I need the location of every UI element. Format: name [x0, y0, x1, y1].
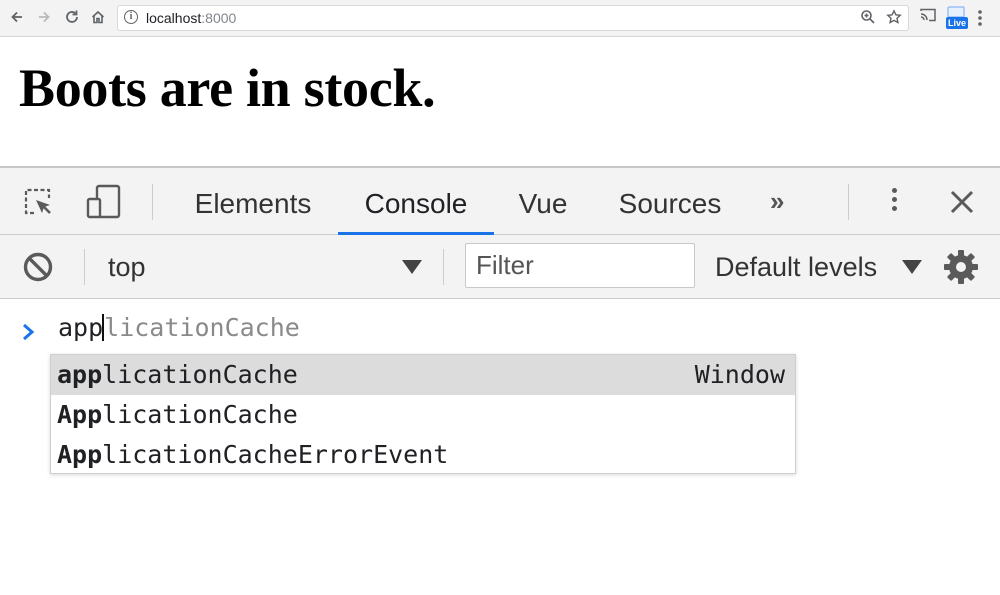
- chevron-down-icon[interactable]: [902, 260, 922, 274]
- toolbar-divider: [848, 184, 849, 220]
- autocomplete-rest: licationCache: [102, 360, 298, 389]
- toolbar-divider: [152, 184, 153, 220]
- back-icon[interactable]: [6, 6, 28, 28]
- home-icon[interactable]: [87, 6, 109, 28]
- autocomplete-rest: licationCache: [102, 400, 298, 429]
- autocomplete-match: App: [57, 400, 103, 429]
- log-levels-select[interactable]: Default levels: [715, 252, 877, 283]
- autocomplete-item[interactable]: ApplicationCacheErrorEvent: [51, 435, 795, 475]
- toolbar-divider: [443, 249, 444, 285]
- more-tabs-icon[interactable]: »: [770, 186, 784, 217]
- devtools-menu-icon[interactable]: [884, 184, 904, 220]
- cast-icon[interactable]: [919, 7, 937, 29]
- zoom-icon[interactable]: [858, 9, 878, 29]
- gear-icon[interactable]: [942, 248, 980, 286]
- chevron-down-icon[interactable]: [402, 260, 422, 274]
- tab-elements[interactable]: Elements: [186, 168, 320, 234]
- devtools-panel: Elements Console Vue Sources » top Defau…: [0, 166, 1000, 474]
- site-info-icon[interactable]: i: [124, 10, 138, 24]
- filter-input[interactable]: [465, 243, 695, 288]
- url-host: localhost: [146, 10, 202, 26]
- url-text[interactable]: localhost:8000: [146, 10, 236, 26]
- devtools-tab-bar: Elements Console Vue Sources »: [0, 168, 1000, 235]
- console-input[interactable]: applicationCache: [58, 313, 300, 342]
- device-toolbar-icon[interactable]: [84, 182, 124, 222]
- completion-hint: licationCache: [104, 313, 300, 342]
- live-badge: Live: [946, 17, 969, 29]
- tab-vue[interactable]: Vue: [510, 168, 576, 234]
- clear-console-icon[interactable]: [22, 251, 54, 283]
- url-port: :8000: [201, 10, 237, 26]
- bookmark-star-icon[interactable]: [884, 9, 904, 29]
- reload-icon[interactable]: [61, 6, 83, 28]
- page-heading: Boots are in stock.: [19, 58, 436, 118]
- close-devtools-icon[interactable]: [944, 184, 980, 220]
- toolbar-divider: [84, 249, 85, 285]
- execution-context-select[interactable]: top: [108, 252, 146, 283]
- prompt-chevron-icon: [21, 321, 37, 343]
- forward-icon[interactable]: [33, 6, 55, 28]
- autocomplete-item[interactable]: applicationCache Window: [51, 355, 795, 395]
- autocomplete-type: Window: [694, 360, 785, 389]
- tab-console[interactable]: Console: [338, 168, 494, 235]
- browser-toolbar: i localhost:8000 Live: [0, 0, 1000, 37]
- console-typed-text: app: [58, 313, 104, 342]
- tab-sources[interactable]: Sources: [608, 168, 732, 234]
- autocomplete-item[interactable]: ApplicationCache: [51, 395, 795, 435]
- inspect-element-icon[interactable]: [18, 182, 58, 222]
- console-toolbar: top Default levels: [0, 235, 1000, 299]
- address-bar[interactable]: i localhost:8000: [117, 5, 909, 31]
- autocomplete-list: applicationCache Window ApplicationCache…: [50, 354, 796, 474]
- browser-menu-icon[interactable]: [977, 9, 983, 31]
- autocomplete-match: app: [57, 360, 103, 389]
